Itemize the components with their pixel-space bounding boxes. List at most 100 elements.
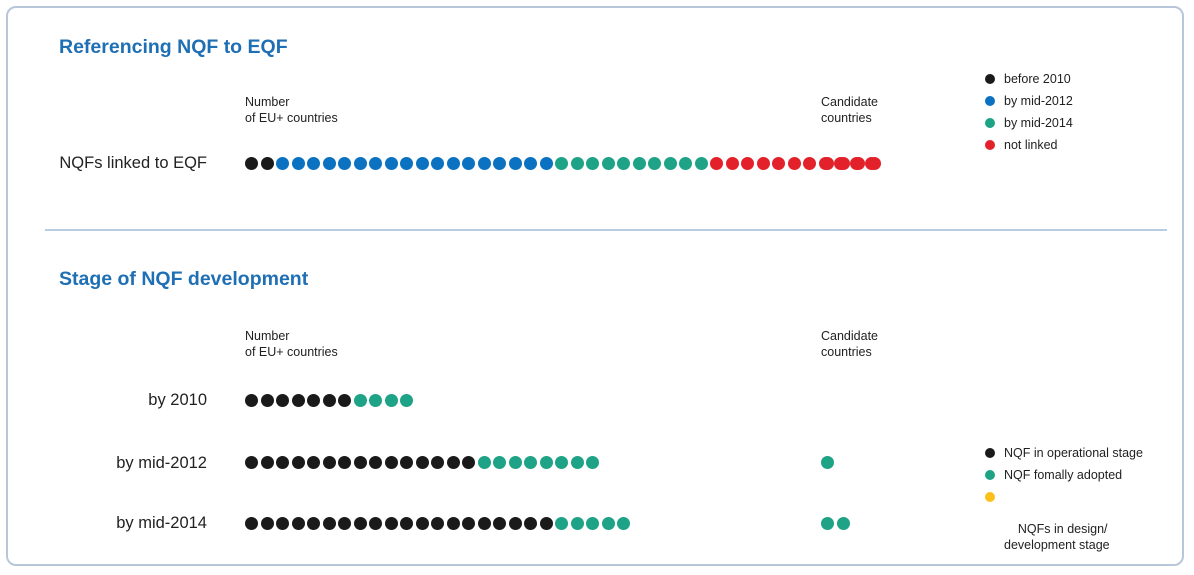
dot-mark (276, 157, 289, 170)
dot-mark (555, 157, 568, 170)
dot-mark (555, 517, 568, 530)
dot-mark (260, 456, 274, 469)
dot-mark (493, 517, 506, 530)
dot-mark (741, 157, 754, 170)
legend-item: by mid-2012 (985, 93, 1073, 109)
dot-mark (524, 157, 537, 170)
dot-mark (446, 456, 460, 469)
section2-candidate-header: Candidate countries (821, 329, 878, 359)
dot-mark (400, 456, 413, 469)
dot-mark (539, 456, 553, 469)
dot-mark (353, 394, 367, 407)
dot-mark (291, 394, 305, 407)
dot-mark (663, 157, 677, 170)
legend-label: NQF in operational stage (1004, 446, 1143, 460)
dot-mark (369, 394, 382, 407)
dot-mark (322, 517, 336, 530)
row-label-by-mid-2014: by mid-2014 (116, 514, 207, 532)
legend-label: NQF fomally adopted (1004, 468, 1123, 482)
dot-mark (400, 157, 413, 170)
row-label-by-2010: by 2010 (148, 391, 207, 409)
dot-mark (508, 157, 522, 170)
section1-eu-header: Number of EU+ countries (245, 95, 338, 125)
legend-item: before 2010 (985, 71, 1073, 87)
dot-mark (369, 517, 382, 530)
dot-mark (462, 517, 475, 530)
dot-mark (291, 456, 305, 469)
dot-mark (555, 456, 568, 469)
legend-label: by mid-2014 (1004, 116, 1073, 130)
dot-mark (415, 456, 429, 469)
dot-mark (803, 157, 816, 170)
legend-dot (985, 74, 995, 84)
dot-mark (632, 157, 646, 170)
dot-mark (756, 157, 770, 170)
dot-mark (276, 456, 289, 469)
row-label-by-mid-2012: by mid-2012 (116, 454, 207, 472)
dot-mark (617, 517, 630, 530)
dot-mark (617, 157, 630, 170)
section2-eu-header: Number of EU+ countries (245, 329, 338, 359)
dot-mark (400, 394, 413, 407)
section1-candidate-header: Candidate countries (821, 95, 878, 125)
dot-mark (322, 456, 336, 469)
dot-mark (291, 517, 305, 530)
dot-mark (369, 456, 382, 469)
dot-mark (477, 157, 491, 170)
dot-mark (400, 517, 413, 530)
dot-mark (477, 456, 491, 469)
dot-mark (245, 517, 258, 530)
legend-linking: before 2010 by mid-2012 by mid-2014 not … (985, 71, 1073, 159)
dot-mark (570, 517, 584, 530)
dot-mark (322, 394, 336, 407)
legend-dot (985, 140, 995, 150)
row-label-nqfs-linked: NQFs linked to EQF (59, 154, 207, 172)
dot-mark (446, 157, 460, 170)
dot-mark (431, 157, 444, 170)
dot-mark (338, 394, 351, 407)
candidate-dot-mark (867, 157, 881, 170)
dot-mark (353, 157, 367, 170)
dot-mark (772, 157, 785, 170)
dot-mark (586, 157, 599, 170)
legend-dot (985, 448, 995, 458)
dot-mark (415, 157, 429, 170)
dot-mark (384, 394, 398, 407)
dot-mark (508, 517, 522, 530)
legend-item: NQF in operational stage (985, 445, 1143, 461)
dot-mark (462, 157, 475, 170)
dot-mark (322, 157, 336, 170)
dot-mark (384, 517, 398, 530)
dot-mark (694, 157, 708, 170)
legend-item: not linked (985, 137, 1073, 153)
dot-mark (291, 157, 305, 170)
dot-mark (307, 517, 320, 530)
legend-dot (985, 492, 995, 502)
candidate-dot-mark (852, 157, 865, 170)
dot-mark (245, 394, 258, 407)
dot-mark (539, 157, 553, 170)
section2-title: Stage of NQF development (59, 268, 309, 290)
dot-mark (369, 157, 382, 170)
dot-mark (245, 157, 258, 170)
candidate-dot-mark (821, 157, 834, 170)
dot-mark (710, 157, 723, 170)
dot-mark (570, 157, 584, 170)
candidate-dot-mark (821, 517, 834, 530)
dot-mark (787, 157, 801, 170)
legend-dot (985, 470, 995, 480)
dot-mark (260, 157, 274, 170)
dot-mark (338, 157, 351, 170)
legend-development: NQF in operational stage NQF fomally ado… (985, 445, 1143, 575)
dot-mark (586, 456, 599, 469)
legend-item: by mid-2014 (985, 115, 1073, 131)
dot-mark (307, 394, 320, 407)
dot-mark (338, 517, 351, 530)
dot-mark (260, 394, 274, 407)
dot-mark (524, 517, 537, 530)
dot-mark (276, 517, 289, 530)
dot-mark (307, 157, 320, 170)
dot-mark (446, 517, 460, 530)
dot-mark (353, 456, 367, 469)
section1-title: Referencing NQF to EQF (59, 36, 288, 58)
